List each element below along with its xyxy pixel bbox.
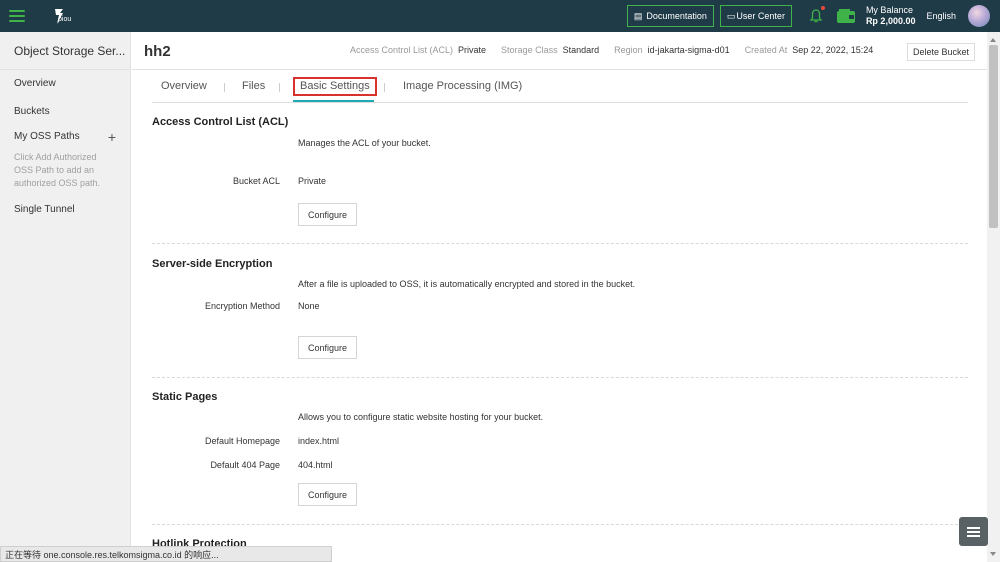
static-pages-configure-button[interactable]: Configure bbox=[298, 483, 358, 506]
encryption-title: Server-side Encryption bbox=[152, 258, 273, 270]
tab-bar: Overview Files Basic Settings Image Proc… bbox=[152, 70, 968, 103]
storage-class-key: Storage Class bbox=[501, 45, 558, 55]
tab-image-processing[interactable]: Image Processing (IMG) bbox=[403, 80, 522, 92]
static-pages-description: Allows you to configure static website h… bbox=[298, 412, 544, 422]
default-404-label: Default 404 Page bbox=[210, 460, 280, 470]
brand-logo[interactable]: piou bbox=[51, 4, 75, 28]
scroll-up-arrow-icon[interactable] bbox=[990, 38, 996, 42]
add-path-icon[interactable]: + bbox=[108, 130, 116, 144]
bucket-acl-value: Private bbox=[298, 176, 327, 186]
acl-value: Private bbox=[458, 45, 487, 55]
section-divider bbox=[152, 377, 968, 378]
section-divider bbox=[152, 524, 968, 525]
encryption-method-label: Encryption Method bbox=[204, 301, 280, 311]
delete-bucket-button[interactable]: Delete Bucket bbox=[906, 43, 975, 61]
balance-display[interactable]: My Balance Rp 2,000.00 bbox=[866, 5, 916, 27]
encryption-configure-button[interactable]: Configure bbox=[298, 336, 358, 359]
avatar[interactable] bbox=[968, 5, 990, 27]
sidebar-title: Object Storage Ser... bbox=[0, 32, 130, 70]
default-homepage-value: index.html bbox=[298, 436, 340, 446]
sidebar-item-my-oss-paths[interactable]: My OSS Paths + bbox=[0, 130, 130, 144]
tab-separator bbox=[384, 83, 385, 92]
sidebar-item-overview[interactable]: Overview bbox=[0, 78, 130, 89]
notification-dot bbox=[819, 5, 826, 11]
scroll-down-arrow-icon[interactable] bbox=[990, 552, 996, 556]
sidebar-hint: Click Add Authorized OSS Path to add an … bbox=[14, 152, 101, 188]
default-404-value: 404.html bbox=[298, 460, 333, 470]
scroll-thumb[interactable] bbox=[989, 45, 998, 228]
tab-separator bbox=[279, 83, 280, 92]
floating-menu-button[interactable] bbox=[959, 517, 988, 546]
wallet-icon[interactable] bbox=[836, 8, 856, 24]
sidebar-item-single-tunnel[interactable]: Single Tunnel bbox=[0, 204, 130, 215]
logo-text: piou bbox=[58, 16, 72, 23]
language-selector[interactable]: English bbox=[926, 11, 956, 21]
acl-title: Access Control List (ACL) bbox=[152, 116, 289, 128]
active-tab-indicator bbox=[293, 100, 374, 102]
page-scrollbar[interactable] bbox=[987, 32, 1000, 562]
tab-separator bbox=[224, 83, 225, 92]
browser-status-bar: 正在等待 one.console.res.telkomsigma.co.id 的… bbox=[0, 546, 332, 562]
tab-files[interactable]: Files bbox=[242, 80, 265, 92]
acl-key: Access Control List (ACL) bbox=[350, 45, 454, 55]
tab-overview[interactable]: Overview bbox=[161, 80, 207, 92]
sidebar: Object Storage Ser... Overview Buckets M… bbox=[0, 32, 131, 562]
main-content: hh2 Access Control List (ACL) Private St… bbox=[132, 32, 987, 562]
hamburger-menu-icon[interactable] bbox=[9, 10, 25, 22]
balance-label: My Balance bbox=[865, 5, 913, 15]
book-icon: ▤ bbox=[633, 10, 643, 21]
default-homepage-label: Default Homepage bbox=[204, 436, 280, 446]
user-center-label: User Center bbox=[736, 11, 785, 21]
section-divider bbox=[152, 243, 968, 244]
notification-bell-icon[interactable] bbox=[808, 5, 826, 24]
documentation-label: Documentation bbox=[646, 11, 707, 21]
sidebar-item-label: My OSS Paths bbox=[14, 131, 80, 142]
created-at-value: Sep 22, 2022, 15:24 bbox=[792, 45, 874, 55]
acl-description: Manages the ACL of your bucket. bbox=[298, 138, 431, 148]
storage-class-value: Standard bbox=[562, 45, 600, 55]
encryption-description: After a file is uploaded to OSS, it is a… bbox=[298, 279, 636, 289]
created-at-key: Created At bbox=[744, 45, 788, 55]
sidebar-item-buckets[interactable]: Buckets bbox=[0, 106, 130, 117]
tab-basic-settings[interactable]: Basic Settings bbox=[293, 77, 377, 96]
page-title: hh2 bbox=[144, 43, 171, 60]
bucket-header: hh2 Access Control List (ACL) Private St… bbox=[132, 32, 987, 70]
static-pages-title: Static Pages bbox=[152, 391, 218, 403]
region-value: id-jakarta-sigma-d01 bbox=[647, 45, 730, 55]
region-key: Region bbox=[614, 45, 643, 55]
bucket-meta: Access Control List (ACL) Private Storag… bbox=[350, 45, 888, 55]
user-center-button[interactable]: ▭ User Center bbox=[719, 5, 792, 27]
balance-amount: Rp 2,000.00 bbox=[865, 16, 916, 26]
monitor-icon: ▭ bbox=[726, 10, 736, 21]
bucket-acl-label: Bucket ACL bbox=[232, 176, 280, 186]
encryption-method-value: None bbox=[298, 301, 320, 311]
top-navigation-bar: piou ▤ Documentation ▭ User Center My Ba… bbox=[0, 0, 1000, 32]
documentation-button[interactable]: ▤ Documentation bbox=[626, 5, 714, 27]
acl-configure-button[interactable]: Configure bbox=[298, 203, 358, 226]
